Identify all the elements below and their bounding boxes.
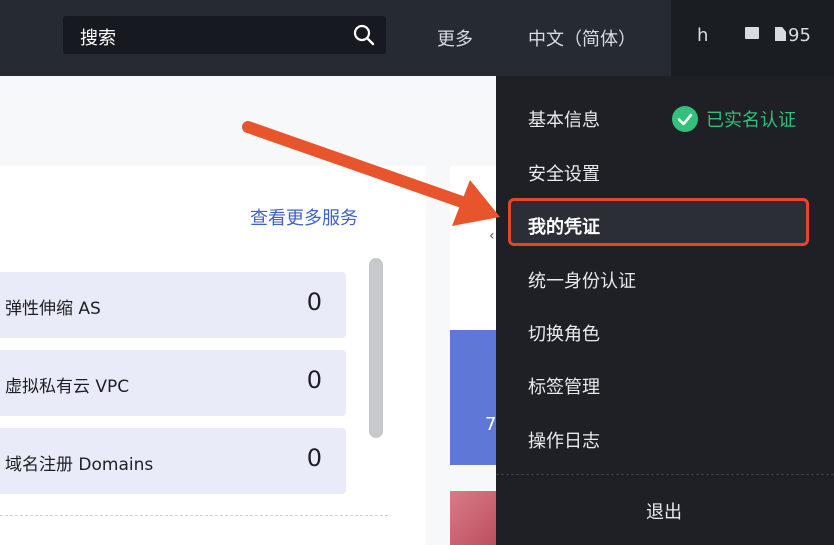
menu-item-switch-role[interactable]: 切换角色 [528, 320, 600, 346]
menu-item-iam[interactable]: 统一身份认证 [528, 267, 636, 293]
search-input[interactable]: 搜索 [80, 24, 116, 50]
service-label: 弹性伸缩 AS [5, 299, 101, 319]
service-item-as[interactable]: 弹性伸缩 AS 0 [0, 272, 346, 338]
menu-item-tag-management[interactable]: 标签管理 [528, 373, 600, 399]
verified-status-text: 已实名认证 [706, 110, 796, 131]
chevron-left-icon[interactable]: ‹ [489, 228, 495, 244]
message-icon[interactable] [745, 27, 759, 39]
menu-item-my-credentials[interactable]: 我的凭证 [528, 213, 600, 239]
more-services-link[interactable]: 查看更多服务 [250, 204, 358, 230]
verified-status: 已实名认证 [672, 106, 796, 132]
service-count: 0 [306, 366, 322, 394]
nav-more-link[interactable]: 更多 [437, 25, 473, 51]
search-box[interactable]: 搜索 [63, 16, 386, 54]
panel-divider [0, 515, 388, 516]
language-selector[interactable]: 中文（简体） [528, 25, 636, 51]
service-count: 0 [306, 288, 322, 316]
service-item-vpc[interactable]: 虚拟私有云 VPC 0 [0, 350, 346, 416]
menu-item-basic-info[interactable]: 基本信息 [528, 106, 600, 132]
user-name[interactable]: h [697, 25, 708, 46]
service-count: 0 [306, 444, 322, 472]
menu-item-security-settings[interactable]: 安全设置 [528, 160, 600, 186]
service-label: 域名注册 Domains [5, 455, 154, 475]
right-card-number: 7 [485, 414, 497, 435]
services-scrollbar[interactable] [369, 258, 383, 438]
search-icon[interactable] [352, 23, 376, 47]
menu-divider [496, 474, 834, 475]
check-circle-icon [672, 106, 698, 132]
service-label: 虚拟私有云 VPC [5, 377, 130, 397]
logout-button[interactable]: 退出 [646, 498, 682, 524]
notification-count[interactable]: 95 [788, 25, 811, 46]
service-item-domains[interactable]: 域名注册 Domains 0 [0, 428, 346, 494]
menu-item-operation-log[interactable]: 操作日志 [528, 427, 600, 453]
